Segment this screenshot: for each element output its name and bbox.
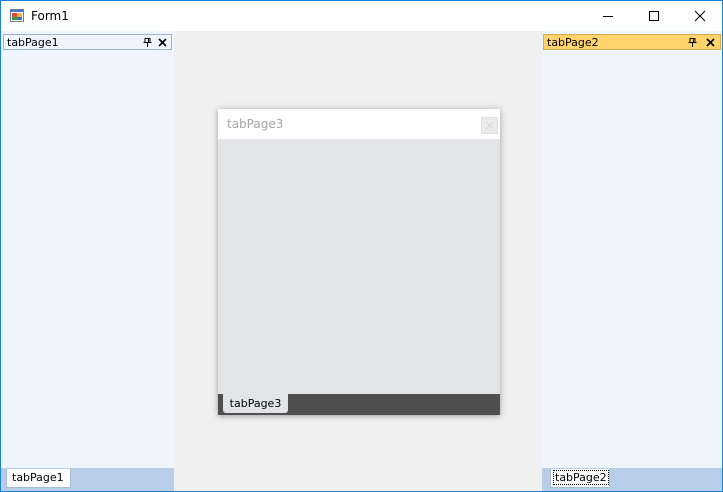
maximize-icon <box>649 11 659 21</box>
left-dock-panel: tabPage1 <box>1 31 174 468</box>
right-panel-header[interactable]: tabPage2 <box>543 34 721 50</box>
right-bottom-tab[interactable]: tabPage2 <box>550 469 610 488</box>
right-bottom-tab-label: tabPage2 <box>553 470 609 485</box>
floating-close-button[interactable] <box>481 117 498 134</box>
main-window: Form1 tabPage1 tabPage2 tabPage1 tabPage… <box>0 0 723 492</box>
floating-window-title: tabPage3 <box>227 117 284 131</box>
minimize-button[interactable] <box>585 1 631 31</box>
right-autohide-strip: tabPage2 <box>542 468 722 491</box>
window-title: Form1 <box>31 9 69 23</box>
maximize-button[interactable] <box>631 1 677 31</box>
left-bottom-tab[interactable]: tabPage1 <box>6 469 71 488</box>
client-area: tabPage1 tabPage2 tabPage1 tabPage2 tabP… <box>1 31 722 491</box>
right-panel-title: tabPage2 <box>547 36 599 49</box>
left-autohide-strip: tabPage1 <box>1 468 174 491</box>
floating-window-content <box>218 139 500 394</box>
pin-icon[interactable] <box>143 38 152 47</box>
form-app-icon <box>10 9 24 22</box>
floating-dock-window[interactable]: tabPage3 tabPage3 <box>218 109 500 415</box>
minimize-icon <box>603 16 613 17</box>
floating-window-header[interactable]: tabPage3 <box>218 109 500 139</box>
left-panel-header[interactable]: tabPage1 <box>3 34 172 50</box>
left-bottom-tab-label: tabPage1 <box>12 471 64 484</box>
right-dock-panel <box>542 31 722 468</box>
title-bar[interactable]: Form1 <box>1 1 722 31</box>
close-icon[interactable] <box>706 38 715 47</box>
close-button[interactable] <box>677 1 722 31</box>
close-icon <box>694 10 706 22</box>
floating-tab-strip: tabPage3 <box>218 394 500 415</box>
floating-tab[interactable]: tabPage3 <box>223 394 288 413</box>
close-icon[interactable] <box>158 38 167 47</box>
pin-icon[interactable] <box>688 38 697 47</box>
floating-tab-label: tabPage3 <box>229 397 282 410</box>
left-panel-title: tabPage1 <box>7 36 59 49</box>
close-icon <box>485 121 494 130</box>
